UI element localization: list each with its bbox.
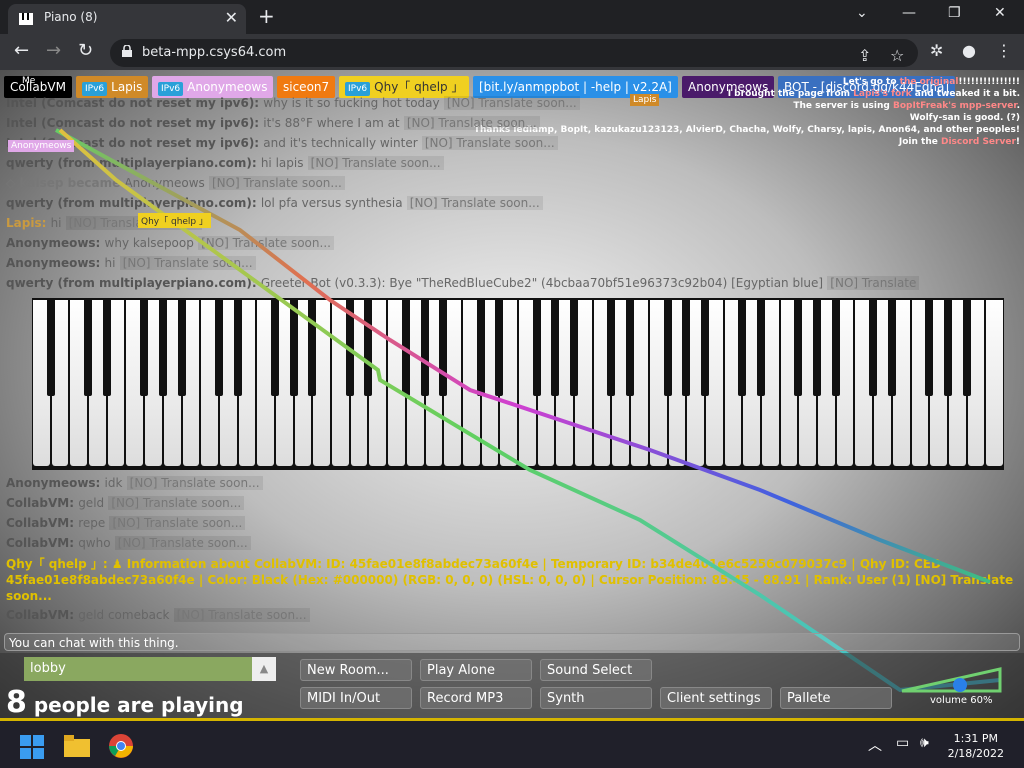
cursor-label-lapis: Lapis: [630, 94, 660, 106]
midi-button[interactable]: MIDI In/Out: [300, 687, 412, 709]
lock-icon: [122, 45, 132, 57]
system-clock[interactable]: 1:31 PM 2/18/2022: [948, 731, 1004, 761]
chrome-icon[interactable]: [108, 733, 134, 759]
sound-select-button[interactable]: Sound Select: [540, 659, 652, 681]
profile-icon[interactable]: ●: [962, 41, 976, 60]
cursor-trails: [55, 128, 1001, 693]
player-count-text: people are playing: [33, 693, 244, 717]
tab-title: Piano (8): [44, 10, 98, 24]
chat-input[interactable]: You can chat with this thing.: [4, 633, 1020, 651]
cursor-label-qhy: Qhy「 qhelp 」: [138, 213, 212, 228]
tab-close-icon[interactable]: ✕: [225, 8, 238, 27]
player-count-number: 8: [6, 685, 27, 718]
forward-icon[interactable]: →: [46, 40, 61, 61]
new-tab-button[interactable]: +: [258, 4, 275, 28]
pallete-button[interactable]: Pallete: [780, 687, 892, 709]
new-room-button[interactable]: New Room...: [300, 659, 412, 681]
browser-tab[interactable]: Piano (8) ✕: [8, 4, 246, 34]
share-icon[interactable]: ⇪: [858, 46, 871, 65]
volume-icon[interactable]: 🕪: [920, 735, 929, 751]
room-name: lobby: [30, 661, 66, 676]
browser-tab-bar: Piano (8) ✕ + ⌄ — ❐ ✕: [0, 0, 1024, 34]
volume-knob[interactable]: [953, 678, 967, 692]
clock-date: 2/18/2022: [947, 747, 1004, 760]
mpp-page: CollabVM IPv6 Lapis IPv6 Anonymeows siceon7 IP…: [0, 70, 1024, 718]
windows-taskbar: ︿ ▭ 🕪 1:31 PM 2/18/2022: [0, 718, 1024, 768]
tab-search-icon[interactable]: ⌄: [856, 5, 868, 21]
room-select[interactable]: lobby ▲: [24, 657, 276, 681]
restore-button[interactable]: ❐: [948, 5, 961, 21]
volume-slider[interactable]: volume 60%: [896, 665, 1006, 706]
volume-label: volume 60%: [930, 695, 993, 706]
browser-toolbar: ← → ↻ beta-mpp.csys64.com ⇪ ☆ ✲ ● ⋮: [0, 34, 1024, 70]
clock-time: 1:31 PM: [953, 732, 998, 745]
close-window-button[interactable]: ✕: [994, 5, 1006, 21]
address-bar[interactable]: beta-mpp.csys64.com ⇪ ☆: [110, 39, 918, 67]
control-bar: lobby ▲ 8 people are playing New Room...…: [0, 653, 1024, 718]
caret-up-icon[interactable]: ▲: [252, 657, 276, 681]
record-mp3-button[interactable]: Record MP3: [420, 687, 532, 709]
network-icon[interactable]: ▭: [896, 735, 909, 751]
minimize-button[interactable]: —: [902, 5, 916, 21]
chevron-up-icon[interactable]: ︿: [868, 735, 882, 755]
menu-icon[interactable]: ⋮: [996, 41, 1012, 60]
extensions-icon[interactable]: ✲: [930, 41, 943, 60]
synth-button[interactable]: Synth: [540, 687, 652, 709]
file-explorer-icon[interactable]: [64, 735, 90, 757]
bookmark-star-icon[interactable]: ☆: [890, 46, 904, 65]
windows-start-icon[interactable]: [20, 735, 44, 759]
client-settings-button[interactable]: Client settings: [660, 687, 772, 709]
players-count: 8 people are playing: [6, 685, 244, 718]
cursor-label-anonymeows: Anonymeows: [8, 140, 75, 152]
play-alone-button[interactable]: Play Alone: [420, 659, 532, 681]
back-icon[interactable]: ←: [14, 40, 29, 61]
url-text: beta-mpp.csys64.com: [142, 45, 287, 60]
reload-icon[interactable]: ↻: [78, 40, 93, 61]
volume-track: [901, 667, 1002, 693]
piano-favicon-icon: [19, 13, 33, 25]
